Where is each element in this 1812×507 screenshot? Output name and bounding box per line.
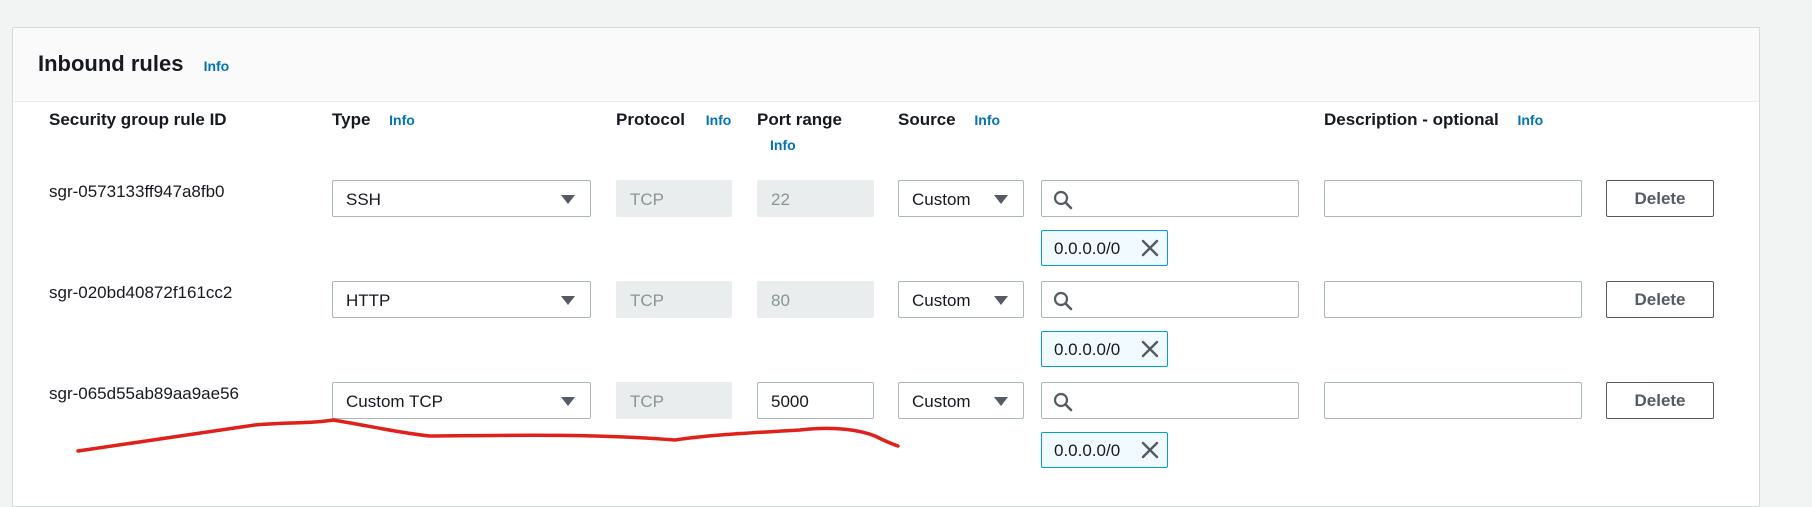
port-range-info-link[interactable]: Info	[770, 137, 796, 153]
column-header-description: Description - optional Info	[1324, 110, 1543, 130]
rule-id: sgr-0573133ff947a8fb0	[49, 182, 225, 201]
delete-button[interactable]: Delete	[1606, 281, 1714, 318]
protocol-field: TCP	[616, 281, 732, 318]
source-type-select[interactable]: Custom	[898, 382, 1024, 419]
search-icon	[1053, 392, 1073, 412]
source-search-input[interactable]	[1041, 382, 1299, 419]
port-range-field: 22	[757, 180, 874, 217]
cidr-token: 0.0.0.0/0	[1041, 230, 1168, 266]
protocol-field: TCP	[616, 382, 732, 419]
protocol-field: TCP	[616, 180, 732, 217]
column-header-source: Source Info	[898, 110, 1000, 130]
column-header-protocol: Protocol Info	[616, 110, 731, 130]
type-select-value: SSH	[346, 190, 381, 209]
type-select-value: HTTP	[346, 291, 391, 310]
port-range-value: 5000	[771, 392, 809, 411]
port-range-field: 80	[757, 281, 874, 318]
cidr-token: 0.0.0.0/0	[1041, 432, 1168, 468]
port-range-value: 22	[771, 190, 790, 209]
description-input[interactable]	[1324, 382, 1582, 419]
cidr-value: 0.0.0.0/0	[1054, 441, 1121, 460]
type-select[interactable]: SSH	[332, 180, 591, 217]
type-select[interactable]: HTTP	[332, 281, 591, 318]
description-input[interactable]	[1324, 281, 1582, 318]
description-input[interactable]	[1324, 180, 1582, 217]
caret-down-icon	[561, 296, 575, 305]
column-header-description-label: Description - optional	[1324, 110, 1499, 129]
protocol-value: TCP	[630, 190, 664, 209]
cidr-token: 0.0.0.0/0	[1041, 331, 1168, 367]
source-search-input[interactable]	[1041, 180, 1299, 217]
panel-title-text: Inbound rules	[38, 51, 184, 76]
caret-down-icon	[561, 397, 575, 406]
search-icon	[1053, 291, 1073, 311]
description-info-link[interactable]: Info	[1517, 112, 1543, 128]
column-header-protocol-label: Protocol	[616, 110, 685, 129]
rule-id: sgr-020bd40872f161cc2	[49, 283, 233, 302]
column-header-type-label: Type	[332, 110, 371, 129]
cidr-value: 0.0.0.0/0	[1054, 340, 1121, 359]
column-header-rule-id: Security group rule ID	[49, 110, 227, 129]
panel-title: Inbound rules Info	[38, 51, 229, 77]
rule-id: sgr-065d55ab89aa9ae56	[49, 384, 240, 403]
column-header-source-label: Source	[898, 110, 956, 129]
protocol-value: TCP	[630, 291, 664, 310]
panel-header: Inbound rules Info	[13, 28, 1759, 102]
info-link[interactable]: Info	[204, 58, 230, 74]
column-header-port-range: Port range	[757, 110, 843, 129]
source-type-select[interactable]: Custom	[898, 180, 1024, 217]
port-range-input[interactable]: 5000	[757, 382, 874, 419]
inbound-rules-panel: Inbound rules Info	[12, 27, 1760, 507]
search-icon	[1053, 190, 1073, 210]
source-info-link[interactable]: Info	[974, 112, 1000, 128]
column-header-type: Type Info	[332, 110, 415, 130]
source-search-input[interactable]	[1041, 281, 1299, 318]
type-select[interactable]: Custom TCP	[332, 382, 591, 419]
caret-down-icon	[994, 296, 1008, 305]
close-icon[interactable]	[1141, 340, 1159, 358]
delete-button[interactable]: Delete	[1606, 180, 1714, 217]
protocol-info-link[interactable]: Info	[706, 112, 732, 128]
source-type-value: Custom	[912, 190, 971, 209]
type-info-link[interactable]: Info	[389, 112, 415, 128]
close-icon[interactable]	[1141, 441, 1159, 459]
cidr-value: 0.0.0.0/0	[1054, 239, 1121, 258]
caret-down-icon	[561, 195, 575, 204]
delete-button[interactable]: Delete	[1606, 382, 1714, 419]
caret-down-icon	[994, 195, 1008, 204]
source-type-select[interactable]: Custom	[898, 281, 1024, 318]
source-type-value: Custom	[912, 291, 971, 310]
type-select-value: Custom TCP	[346, 392, 443, 411]
port-range-value: 80	[771, 291, 790, 310]
source-type-value: Custom	[912, 392, 971, 411]
caret-down-icon	[994, 397, 1008, 406]
protocol-value: TCP	[630, 392, 664, 411]
close-icon[interactable]	[1141, 239, 1159, 257]
